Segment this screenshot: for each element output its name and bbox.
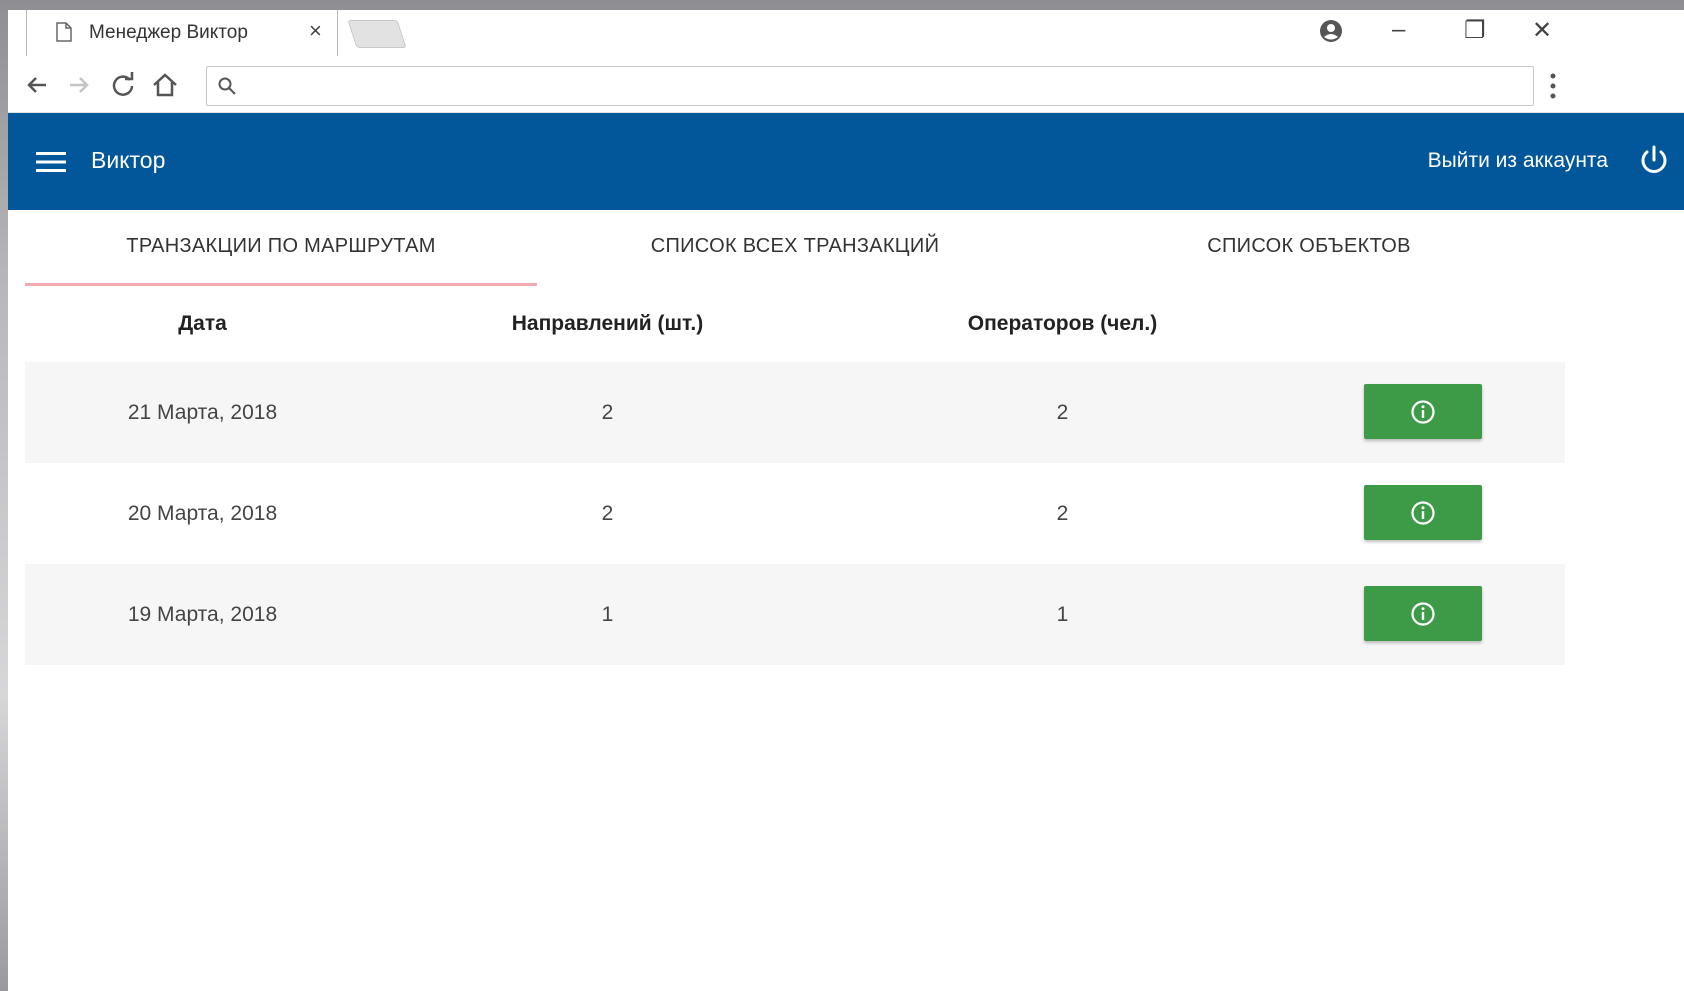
home-icon[interactable] <box>150 70 180 100</box>
info-button[interactable] <box>1364 586 1482 641</box>
back-arrow-icon[interactable] <box>22 70 52 100</box>
cell-directions: 2 <box>601 502 614 525</box>
logout-link[interactable]: Выйти из аккаунта <box>1428 149 1608 173</box>
app-header: Виктор Выйти из аккаунта <box>8 113 1684 210</box>
cell-operators: 2 <box>1056 401 1069 424</box>
cell-date: 19 Марта, 2018 <box>127 603 278 626</box>
browser-toolbar <box>8 58 1684 113</box>
browser-tab-title: Менеджер Виктор <box>89 22 248 43</box>
search-icon <box>218 77 236 95</box>
transactions-table: Дата Направлений (шт.) Операторов (чел.)… <box>25 286 1565 665</box>
cell-operators: 2 <box>1056 502 1069 525</box>
forward-arrow-icon[interactable] <box>64 70 94 100</box>
hamburger-menu-icon[interactable] <box>36 151 66 173</box>
column-header-operators: Операторов (чел.) <box>967 312 1158 335</box>
document-icon <box>56 22 72 42</box>
table-row: 19 Марта, 2018 1 1 <box>25 564 1565 665</box>
restore-button[interactable]: ❐ <box>1464 16 1486 45</box>
minimize-button[interactable]: – <box>1392 16 1405 44</box>
info-button[interactable] <box>1364 485 1482 540</box>
cell-date: 21 Марта, 2018 <box>127 401 278 424</box>
cell-directions: 1 <box>601 603 614 626</box>
close-window-button[interactable]: ✕ <box>1532 16 1552 45</box>
column-header-date: Дата <box>178 312 227 335</box>
tab-objects-list[interactable]: СПИСОК ОБЪЕКТОВ <box>1053 210 1565 286</box>
tab-all-transactions[interactable]: СПИСОК ВСЕХ ТРАНЗАКЦИЙ <box>539 210 1051 286</box>
reload-icon[interactable] <box>108 70 138 100</box>
table-row: 20 Марта, 2018 2 2 <box>25 463 1565 564</box>
browser-tab[interactable]: Менеджер Виктор × <box>26 10 338 56</box>
tab-transactions-by-routes[interactable]: ТРАНЗАКЦИИ ПО МАРШРУТАМ <box>25 210 537 286</box>
info-icon <box>1411 601 1435 626</box>
cell-operators: 1 <box>1056 603 1069 626</box>
table-header: Дата Направлений (шт.) Операторов (чел.) <box>25 286 1565 362</box>
content-tabs: ТРАНЗАКЦИИ ПО МАРШРУТАМ СПИСОК ВСЕХ ТРАН… <box>25 210 1565 286</box>
tab-close-icon[interactable]: × <box>309 18 322 44</box>
info-button[interactable] <box>1364 384 1482 439</box>
menu-dots-icon[interactable] <box>1548 72 1558 100</box>
browser-tabstrip: Менеджер Виктор × – ❐ ✕ <box>8 10 1684 56</box>
address-bar[interactable] <box>206 66 1534 106</box>
info-icon <box>1411 399 1435 424</box>
cell-date: 20 Марта, 2018 <box>127 502 278 525</box>
address-input[interactable] <box>247 71 1521 103</box>
power-icon[interactable] <box>1636 143 1672 179</box>
info-icon <box>1411 500 1435 525</box>
new-tab-button[interactable] <box>347 20 407 48</box>
account-circle-icon[interactable] <box>1318 18 1344 44</box>
cell-directions: 2 <box>601 401 614 424</box>
table-row: 21 Марта, 2018 2 2 <box>25 362 1565 463</box>
app-title: Виктор <box>91 147 166 173</box>
browser-window: Менеджер Виктор × – ❐ ✕ Виктор Выйти из … <box>8 10 1684 991</box>
column-header-directions: Направлений (шт.) <box>511 312 704 335</box>
